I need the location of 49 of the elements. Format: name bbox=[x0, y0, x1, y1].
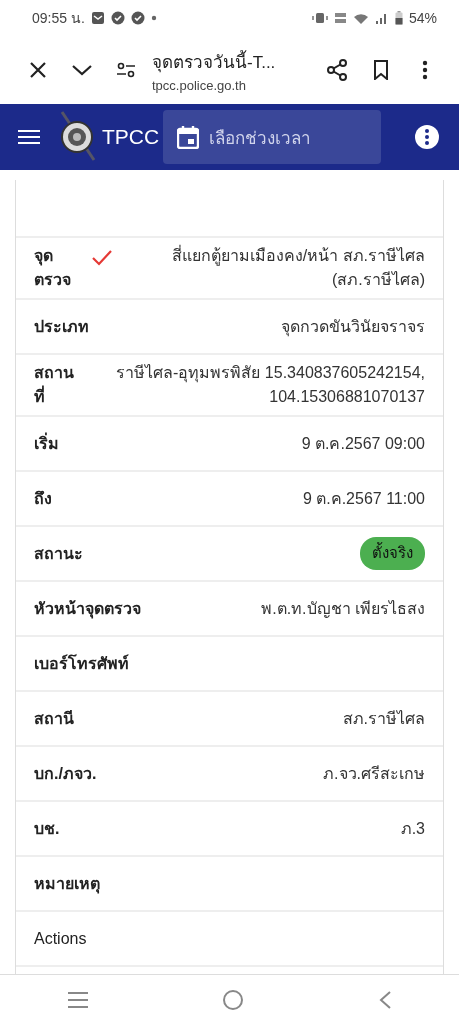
dot-icon bbox=[150, 15, 157, 21]
field-label: เริ่ม bbox=[34, 431, 59, 454]
field-label: ประเภท bbox=[34, 316, 89, 337]
page-title: จุดตรวจวันนี้-T... bbox=[152, 49, 277, 75]
field-label: หมายเหตุ bbox=[34, 873, 100, 896]
battery-icon bbox=[394, 11, 403, 25]
mail-icon bbox=[90, 11, 105, 25]
calendar-icon bbox=[177, 125, 200, 149]
sliders-icon bbox=[116, 62, 136, 78]
more-icon bbox=[415, 125, 439, 149]
vibrate-icon bbox=[311, 12, 328, 24]
field-value: ภ.จว.ศรีสะเกษ bbox=[323, 763, 425, 784]
menu-icon[interactable] bbox=[18, 129, 40, 145]
field-value: สี่แยกตู้ยามเมืองคง/หน้า สภ.ราษีไศล (สภ.ราษีไศล) bbox=[170, 244, 425, 290]
field-label: บช. bbox=[34, 818, 60, 839]
status-time: 09:55 น. bbox=[32, 9, 85, 28]
share-icon bbox=[326, 59, 348, 81]
field-value: จุดกวดขันวินัยจราจร bbox=[281, 316, 425, 339]
more-icon bbox=[422, 60, 428, 80]
field-value: 9 ต.ค.2567 09:00 bbox=[301, 433, 425, 454]
field-label: สถานที่ bbox=[34, 363, 72, 407]
close-icon bbox=[29, 61, 47, 79]
field-value: ราษีไศล-อุทุมพรพิสัย 15.340837605242154, 104.15306881070137 bbox=[115, 363, 425, 407]
field-label: สถานี bbox=[34, 708, 74, 729]
home-icon[interactable] bbox=[222, 988, 245, 1011]
page-url: tpcc.police.go.th bbox=[152, 77, 247, 93]
field-value: พ.ต.ท.บัญชา เพียรไธสง bbox=[261, 598, 425, 620]
chevron-down-icon bbox=[71, 64, 93, 76]
field-label: บก./ภจว. bbox=[34, 763, 97, 784]
field-label: Actions bbox=[34, 928, 87, 949]
battery-percent: 54% bbox=[408, 10, 437, 26]
wifi-icon bbox=[352, 11, 369, 25]
field-value: สภ.ราษีไศล bbox=[342, 708, 425, 729]
field-value: 9 ต.ค.2567 11:00 bbox=[302, 488, 425, 509]
back-icon[interactable] bbox=[378, 989, 393, 1010]
app-icon bbox=[110, 11, 125, 25]
bookmark-icon bbox=[373, 60, 389, 80]
signal-icon bbox=[374, 12, 389, 24]
field-label: หัวหน้าจุดตรวจ bbox=[34, 598, 141, 621]
recent-apps-icon[interactable] bbox=[66, 990, 89, 1009]
field-value: ภ.3 bbox=[400, 818, 425, 839]
app-icon bbox=[130, 11, 145, 25]
field-label: ถึง bbox=[34, 488, 52, 509]
app-title: TPCC bbox=[102, 125, 160, 149]
status-badge: ตั้งจริง bbox=[360, 537, 425, 570]
field-label: จุดตรวจ bbox=[34, 246, 72, 290]
field-label: เบอร์โทรศัพท์ bbox=[34, 653, 129, 674]
field-label: สถานะ bbox=[34, 543, 83, 564]
date-range-field[interactable]: เลือกช่วงเวลา bbox=[163, 110, 382, 164]
